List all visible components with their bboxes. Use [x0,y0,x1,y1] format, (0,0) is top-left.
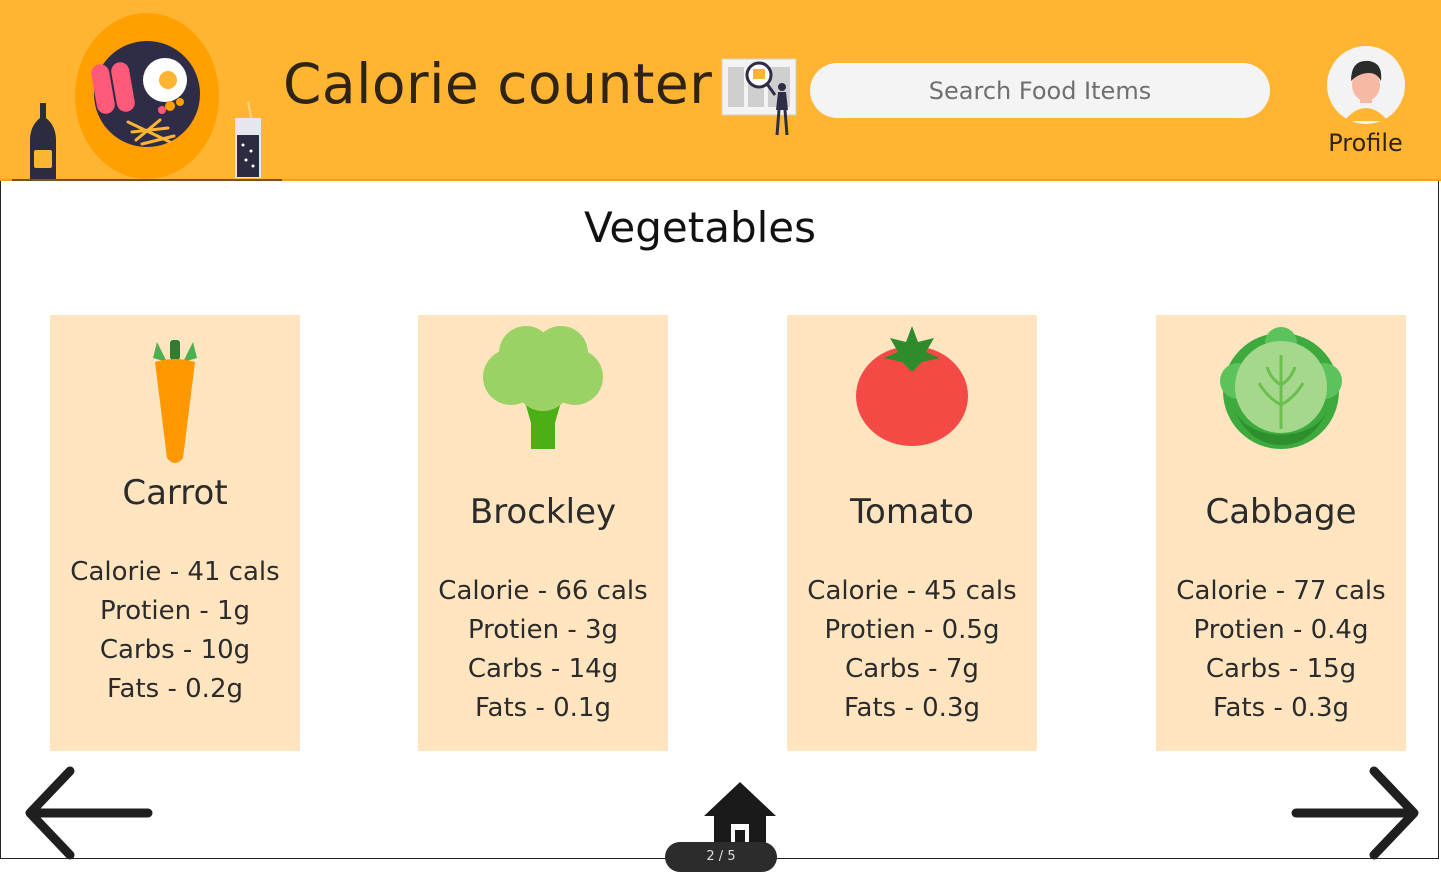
carbs-value: Carbs - 15g [1205,654,1357,684]
carrot-icon [153,340,197,463]
profile-label: Profile [1328,129,1403,157]
food-card-brockley[interactable]: Brockley Calorie - 66 cals Protien - 3g … [418,315,668,751]
broccoli-icon [483,326,603,449]
food-plate-illustration [12,13,282,181]
page-indicator: 2 / 5 [665,842,777,872]
cabbage-icon [1220,327,1342,449]
tomato-icon [856,326,968,446]
avatar-icon [1326,46,1405,124]
pager-text: 2 / 5 [706,849,736,864]
search-illustration-icon [721,58,797,136]
food-card-carrot[interactable]: Carrot Calorie - 41 cals Protien - 1g Ca… [50,315,300,751]
food-name: Brockley [469,492,617,532]
carbs-value: Carbs - 14g [467,654,619,684]
protein-value: Protien - 0.5g [824,615,1000,645]
app-title: Calorie counter [283,52,713,116]
fats-value: Fats - 0.2g [106,674,243,704]
calorie-value: Calorie - 77 cals [1176,576,1386,606]
search-input[interactable] [810,63,1270,118]
calorie-value: Calorie - 66 cals [438,576,648,606]
profile-button[interactable]: Profile [1318,45,1413,157]
protein-value: Protien - 1g [99,596,251,626]
protein-value: Protien - 3g [467,615,619,645]
fats-value: Fats - 0.3g [843,693,980,723]
food-name: Tomato [850,492,974,532]
food-card-tomato[interactable]: Tomato Calorie - 45 cals Protien - 0.5g … [787,315,1037,751]
fats-value: Fats - 0.3g [1212,693,1349,723]
section-title: Vegetables [583,203,817,252]
calorie-value: Calorie - 45 cals [807,576,1017,606]
arrow-right-icon[interactable] [1290,765,1422,861]
food-card-cabbage[interactable]: Cabbage Calorie - 77 cals Protien - 0.4g… [1156,315,1406,751]
app-header: Calorie counter Profile [0,0,1441,181]
protein-value: Protien - 0.4g [1193,615,1369,645]
carbs-value: Carbs - 10g [99,635,251,665]
calorie-value: Calorie - 41 cals [70,557,280,587]
home-icon[interactable] [700,780,780,850]
carbs-value: Carbs - 7g [845,654,979,684]
fats-value: Fats - 0.1g [474,693,611,723]
arrow-left-icon[interactable] [22,765,154,861]
food-name: Cabbage [1205,492,1357,532]
food-name: Carrot [122,473,228,513]
